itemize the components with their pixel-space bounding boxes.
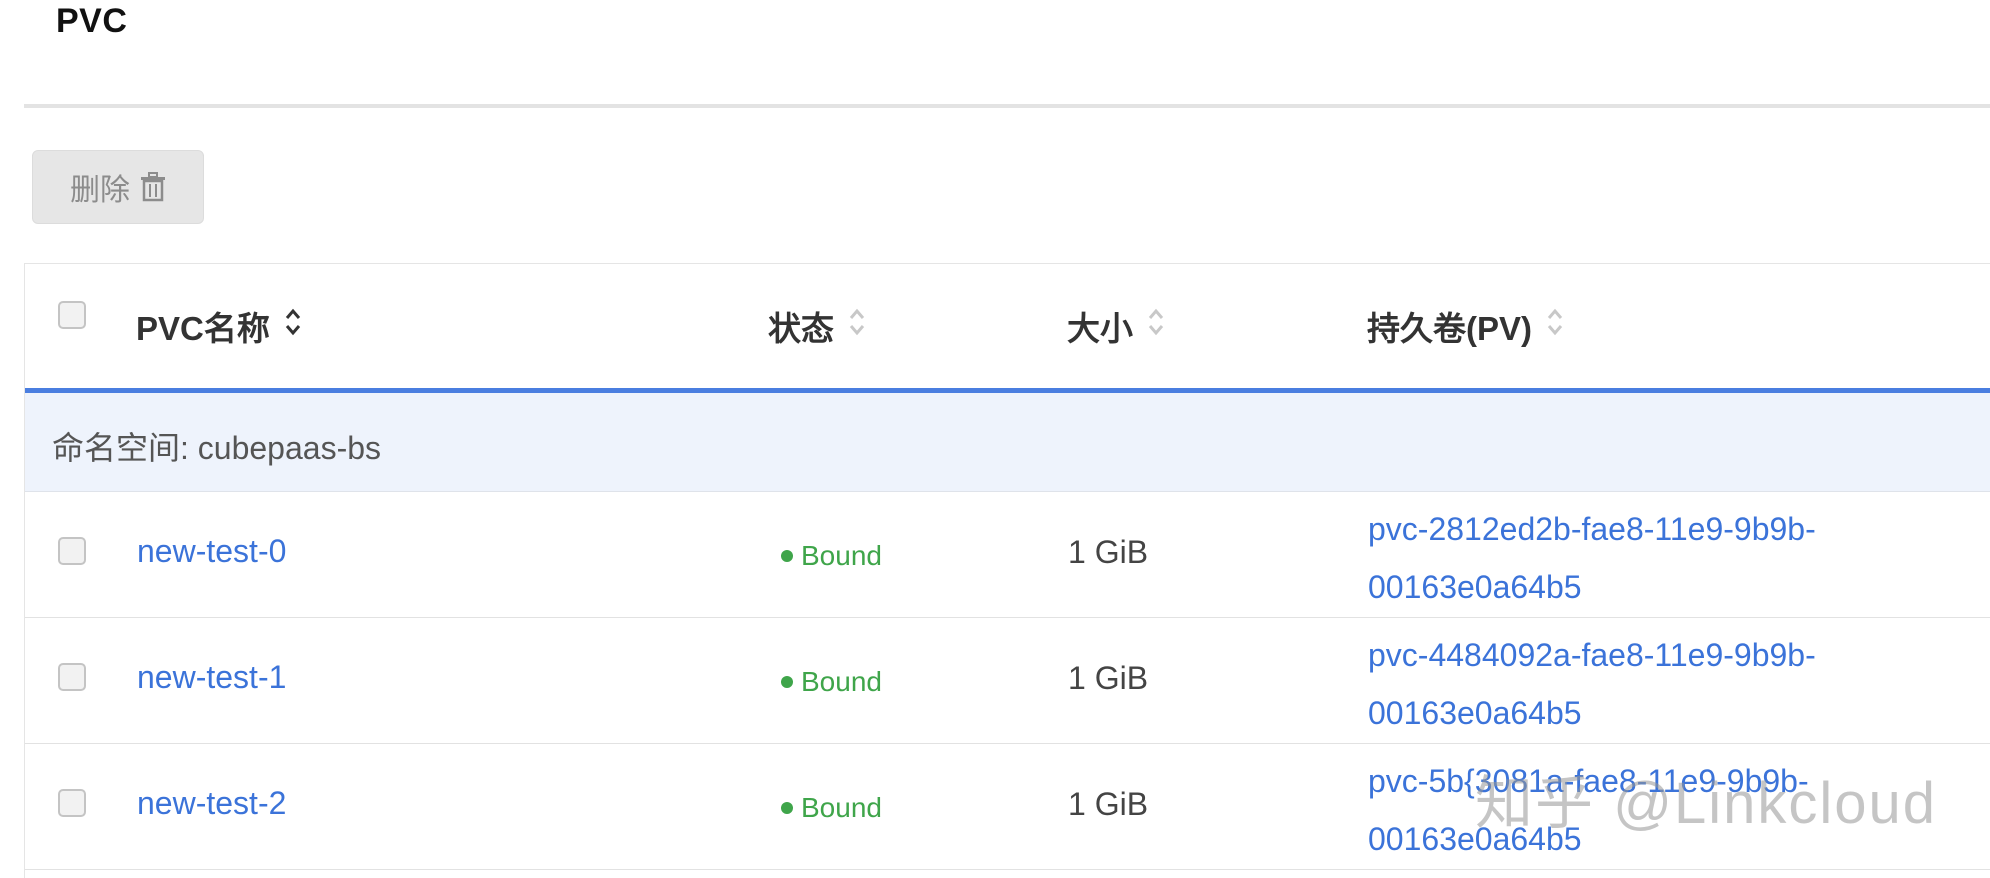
pv-link[interactable]: pvc-2812ed2b-fae8-11e9-9b9b- 00163e0a64b… (1368, 500, 1816, 616)
row-checkbox[interactable] (58, 663, 86, 691)
delete-button[interactable]: 删除 (32, 150, 204, 224)
table-row: new-test-2 Bound 1 GiB pvc-5b{3081a-fae8… (25, 744, 1990, 870)
size-value: 1 GiB (1068, 786, 1149, 822)
table-header: PVC名称 状态 大小 持久卷(PV) (25, 264, 1990, 388)
status-badge: Bound (781, 792, 882, 824)
sort-icon[interactable] (284, 306, 302, 346)
pvc-table: PVC名称 状态 大小 持久卷(PV) 命名空间: cubepaas-bs ne… (24, 263, 1990, 878)
size-value: 1 GiB (1068, 660, 1149, 696)
sort-icon[interactable] (848, 306, 866, 346)
column-header-name[interactable]: PVC名称 (136, 302, 302, 350)
pv-link[interactable]: pvc-4484092a-fae8-11e9-9b9b- 00163e0a64b… (1368, 626, 1816, 742)
delete-button-label: 删除 (70, 174, 130, 207)
row-checkbox[interactable] (58, 537, 86, 565)
column-header-pv[interactable]: 持久卷(PV) (1367, 302, 1564, 350)
status-badge: Bound (781, 666, 882, 698)
select-all-checkbox[interactable] (58, 301, 86, 329)
column-header-status[interactable]: 状态 (768, 302, 866, 350)
trash-icon (140, 172, 166, 202)
status-dot-icon (781, 676, 793, 688)
table-row: new-test-1 Bound 1 GiB pvc-4484092a-fae8… (25, 618, 1990, 744)
title-divider (24, 104, 1990, 108)
status-dot-icon (781, 550, 793, 562)
namespace-label: 命名空间: cubepaas-bs (52, 430, 382, 466)
size-value: 1 GiB (1068, 534, 1149, 570)
pvc-name-link[interactable]: new-test-1 (137, 659, 286, 696)
page-title: PVC (56, 2, 128, 40)
status-dot-icon (781, 802, 793, 814)
status-badge: Bound (781, 540, 882, 572)
pv-link[interactable]: pvc-5b{3081a-fae8-11e9-9b9b- 00163e0a64b… (1368, 752, 1809, 868)
row-checkbox[interactable] (58, 789, 86, 817)
sort-icon[interactable] (1546, 306, 1564, 346)
pvc-name-link[interactable]: new-test-0 (137, 533, 286, 570)
pvc-name-link[interactable]: new-test-2 (137, 785, 286, 822)
namespace-group-row: 命名空间: cubepaas-bs (25, 393, 1990, 492)
sort-icon[interactable] (1147, 306, 1165, 346)
table-row: new-test-0 Bound 1 GiB pvc-2812ed2b-fae8… (25, 492, 1990, 618)
column-header-size[interactable]: 大小 (1067, 302, 1165, 350)
